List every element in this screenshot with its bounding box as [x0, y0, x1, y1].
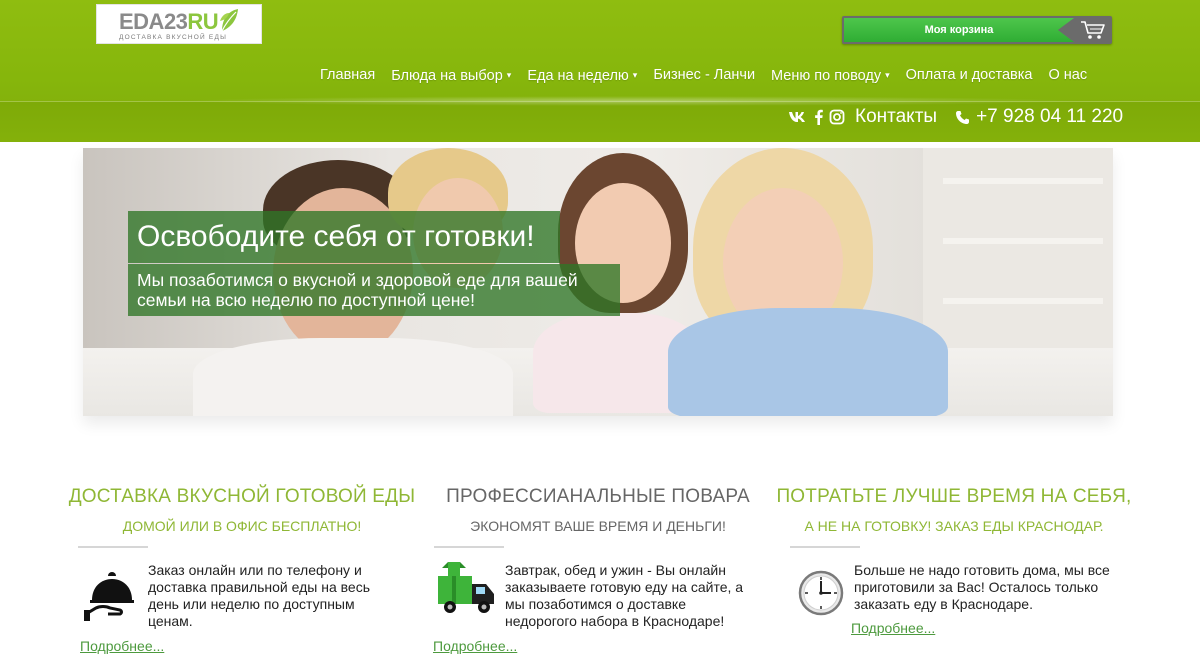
social-links [788, 109, 845, 125]
cart-button[interactable]: Моя корзина [842, 16, 1112, 44]
divider [434, 546, 504, 548]
more-link[interactable]: Подробнее... [851, 620, 935, 636]
nav-item-dishes[interactable]: Блюда на выбор ▾ [383, 64, 519, 86]
site-header: EDA23RU ДОСТАВКА ВКУСНОЙ ЕДЫ Моя корзина… [0, 0, 1200, 142]
clock-icon [798, 570, 844, 616]
cart-label: Моя корзина [844, 18, 1074, 42]
divider [790, 546, 860, 548]
divider [78, 546, 148, 548]
vk-icon[interactable] [788, 111, 808, 123]
feature-subtitle: ЭКОНОМЯТ ВАШЕ ВРЕМЯ И ДЕНЬГИ! [470, 518, 726, 534]
feature-subtitle: А НЕ НА ГОТОВКУ! ЗАКАЗ ЕДЫ КРАСНОДАР. [804, 518, 1104, 534]
phone-number[interactable]: +7 928 04 11 220 [976, 106, 1123, 128]
logo-wordmark: EDA23RU [119, 9, 219, 34]
leaf-icon [220, 9, 238, 32]
feature-text: Больше не надо готовить дома, мы все при… [854, 562, 1110, 612]
chevron-down-icon: ▾ [632, 70, 638, 80]
phone-icon [955, 110, 970, 125]
feature-free-time: ПОТРАТЬТЕ ЛУЧШЕ ВРЕМЯ НА СЕБЯ, А НЕ НА Г… [774, 486, 1134, 636]
feature-title: ПРОФЕССИАНАЛЬНЫЕ ПОВАРА [446, 486, 750, 507]
site-logo[interactable]: EDA23RU ДОСТАВКА ВКУСНОЙ ЕДЫ [96, 4, 262, 44]
feature-title: ДОСТАВКА ВКУСНОЙ ГОТОВОЙ ЕДЫ [68, 486, 416, 507]
logo-tagline: ДОСТАВКА ВКУСНОЙ ЕДЫ [119, 34, 228, 41]
shopping-cart-icon [1081, 21, 1105, 39]
main-nav: Главная Блюда на выбор ▾ Еда на неделю ▾ Б… [312, 64, 1095, 86]
more-link[interactable]: Подробнее... [80, 638, 164, 654]
feature-text: Заказ онлайн или по телефону и доставка … [148, 562, 371, 629]
nav-item-about[interactable]: О нас [1040, 64, 1095, 86]
feature-title: ПОТРАТЬТЕ ЛУЧШЕ ВРЕМЯ НА СЕБЯ, [776, 486, 1132, 507]
feature-subtitle: ДОМОЙ ИЛИ В ОФИС БЕСПЛАТНО! [122, 518, 362, 534]
chevron-down-icon: ▾ [885, 70, 890, 80]
hero-banner: Освободите себя от готовки! Мы позаботим… [83, 148, 1113, 416]
chevron-down-icon: ▾ [506, 70, 512, 80]
instagram-icon[interactable] [829, 109, 845, 125]
nav-item-business-lunch[interactable]: Бизнес - Ланчи [645, 64, 763, 86]
more-link[interactable]: Подробнее... [433, 638, 517, 654]
contacts-bar: Контакты +7 928 04 11 220 [788, 104, 1123, 130]
feature-delivery: ДОСТАВКА ВКУСНОЙ ГОТОВОЙ ЕДЫ ДОМОЙ ИЛИ В… [62, 486, 422, 654]
nav-item-payment-delivery[interactable]: Оплата и доставка [898, 64, 1041, 86]
food-cloche-icon [84, 572, 134, 621]
hero-title: Освободите себя от готовки! [128, 211, 560, 263]
nav-item-home[interactable]: Главная [312, 64, 383, 86]
nav-item-occasion-menu[interactable]: Меню по поводу ▾ [763, 64, 898, 86]
feature-text: Завтрак, обед и ужин - Вы онлайн заказыв… [505, 562, 744, 629]
facebook-icon[interactable] [814, 109, 823, 125]
feature-chefs: ПРОФЕССИАНАЛЬНЫЕ ПОВАРА ЭКОНОМЯТ ВАШЕ ВР… [418, 486, 778, 654]
contacts-link[interactable]: Контакты [855, 106, 937, 128]
delivery-truck-icon [438, 562, 494, 613]
hero-subtitle: Мы позаботимся о вкусной и здоровой еде … [128, 264, 620, 316]
nav-item-weekly-food[interactable]: Еда на неделю ▾ [519, 64, 645, 86]
